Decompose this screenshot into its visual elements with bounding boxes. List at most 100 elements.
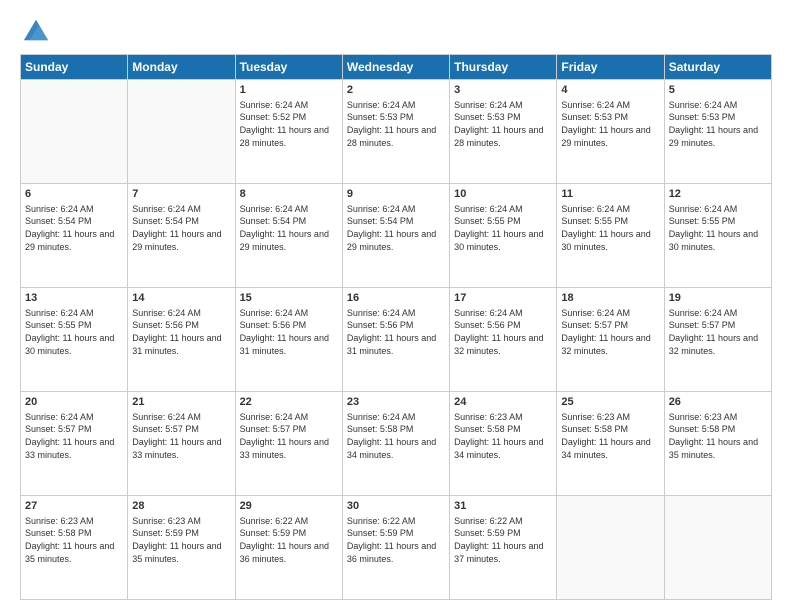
calendar-cell: 5Sunrise: 6:24 AM Sunset: 5:53 PM Daylig… [664, 80, 771, 184]
calendar-cell: 28Sunrise: 6:23 AM Sunset: 5:59 PM Dayli… [128, 496, 235, 600]
day-number: 7 [132, 187, 230, 202]
day-number: 20 [25, 395, 123, 410]
day-info: Sunrise: 6:24 AM Sunset: 5:53 PM Dayligh… [347, 99, 445, 149]
calendar-cell: 4Sunrise: 6:24 AM Sunset: 5:53 PM Daylig… [557, 80, 664, 184]
day-info: Sunrise: 6:23 AM Sunset: 5:59 PM Dayligh… [132, 515, 230, 565]
calendar-header-saturday: Saturday [664, 55, 771, 80]
day-number: 6 [25, 187, 123, 202]
day-info: Sunrise: 6:24 AM Sunset: 5:57 PM Dayligh… [25, 411, 123, 461]
calendar-week-row: 13Sunrise: 6:24 AM Sunset: 5:55 PM Dayli… [21, 288, 772, 392]
calendar-header-thursday: Thursday [450, 55, 557, 80]
day-number: 26 [669, 395, 767, 410]
calendar-cell: 29Sunrise: 6:22 AM Sunset: 5:59 PM Dayli… [235, 496, 342, 600]
calendar-cell: 16Sunrise: 6:24 AM Sunset: 5:56 PM Dayli… [342, 288, 449, 392]
day-number: 19 [669, 291, 767, 306]
calendar-cell: 30Sunrise: 6:22 AM Sunset: 5:59 PM Dayli… [342, 496, 449, 600]
header [20, 16, 772, 44]
calendar-cell [664, 496, 771, 600]
calendar-cell: 20Sunrise: 6:24 AM Sunset: 5:57 PM Dayli… [21, 392, 128, 496]
day-info: Sunrise: 6:24 AM Sunset: 5:58 PM Dayligh… [347, 411, 445, 461]
calendar-week-row: 6Sunrise: 6:24 AM Sunset: 5:54 PM Daylig… [21, 184, 772, 288]
logo [20, 16, 50, 44]
page: SundayMondayTuesdayWednesdayThursdayFrid… [0, 0, 792, 612]
day-info: Sunrise: 6:24 AM Sunset: 5:57 PM Dayligh… [132, 411, 230, 461]
day-number: 14 [132, 291, 230, 306]
day-info: Sunrise: 6:24 AM Sunset: 5:56 PM Dayligh… [132, 307, 230, 357]
day-info: Sunrise: 6:24 AM Sunset: 5:52 PM Dayligh… [240, 99, 338, 149]
day-info: Sunrise: 6:24 AM Sunset: 5:57 PM Dayligh… [240, 411, 338, 461]
calendar-cell: 19Sunrise: 6:24 AM Sunset: 5:57 PM Dayli… [664, 288, 771, 392]
day-number: 12 [669, 187, 767, 202]
calendar-cell [21, 80, 128, 184]
day-info: Sunrise: 6:23 AM Sunset: 5:58 PM Dayligh… [454, 411, 552, 461]
calendar-week-row: 27Sunrise: 6:23 AM Sunset: 5:58 PM Dayli… [21, 496, 772, 600]
day-info: Sunrise: 6:24 AM Sunset: 5:56 PM Dayligh… [347, 307, 445, 357]
day-number: 24 [454, 395, 552, 410]
day-number: 21 [132, 395, 230, 410]
calendar-cell: 21Sunrise: 6:24 AM Sunset: 5:57 PM Dayli… [128, 392, 235, 496]
day-info: Sunrise: 6:24 AM Sunset: 5:56 PM Dayligh… [454, 307, 552, 357]
day-number: 17 [454, 291, 552, 306]
day-info: Sunrise: 6:24 AM Sunset: 5:54 PM Dayligh… [240, 203, 338, 253]
day-number: 29 [240, 499, 338, 514]
day-info: Sunrise: 6:24 AM Sunset: 5:57 PM Dayligh… [561, 307, 659, 357]
calendar-cell: 14Sunrise: 6:24 AM Sunset: 5:56 PM Dayli… [128, 288, 235, 392]
day-info: Sunrise: 6:24 AM Sunset: 5:54 PM Dayligh… [25, 203, 123, 253]
calendar-header-wednesday: Wednesday [342, 55, 449, 80]
calendar-header-sunday: Sunday [21, 55, 128, 80]
day-number: 30 [347, 499, 445, 514]
calendar-cell: 2Sunrise: 6:24 AM Sunset: 5:53 PM Daylig… [342, 80, 449, 184]
calendar-header-friday: Friday [557, 55, 664, 80]
day-number: 9 [347, 187, 445, 202]
day-info: Sunrise: 6:24 AM Sunset: 5:55 PM Dayligh… [561, 203, 659, 253]
day-info: Sunrise: 6:23 AM Sunset: 5:58 PM Dayligh… [669, 411, 767, 461]
calendar-cell: 17Sunrise: 6:24 AM Sunset: 5:56 PM Dayli… [450, 288, 557, 392]
day-number: 10 [454, 187, 552, 202]
day-info: Sunrise: 6:24 AM Sunset: 5:54 PM Dayligh… [132, 203, 230, 253]
day-number: 5 [669, 83, 767, 98]
day-number: 3 [454, 83, 552, 98]
day-number: 31 [454, 499, 552, 514]
day-info: Sunrise: 6:24 AM Sunset: 5:57 PM Dayligh… [669, 307, 767, 357]
logo-icon [22, 16, 50, 44]
calendar-header-monday: Monday [128, 55, 235, 80]
day-number: 15 [240, 291, 338, 306]
day-info: Sunrise: 6:24 AM Sunset: 5:53 PM Dayligh… [669, 99, 767, 149]
calendar-cell [128, 80, 235, 184]
calendar-cell: 11Sunrise: 6:24 AM Sunset: 5:55 PM Dayli… [557, 184, 664, 288]
calendar-cell: 22Sunrise: 6:24 AM Sunset: 5:57 PM Dayli… [235, 392, 342, 496]
calendar-cell: 26Sunrise: 6:23 AM Sunset: 5:58 PM Dayli… [664, 392, 771, 496]
calendar-cell: 13Sunrise: 6:24 AM Sunset: 5:55 PM Dayli… [21, 288, 128, 392]
calendar-cell: 12Sunrise: 6:24 AM Sunset: 5:55 PM Dayli… [664, 184, 771, 288]
day-info: Sunrise: 6:24 AM Sunset: 5:53 PM Dayligh… [561, 99, 659, 149]
day-number: 28 [132, 499, 230, 514]
calendar-cell: 25Sunrise: 6:23 AM Sunset: 5:58 PM Dayli… [557, 392, 664, 496]
calendar-cell [557, 496, 664, 600]
calendar-header-row: SundayMondayTuesdayWednesdayThursdayFrid… [21, 55, 772, 80]
calendar-cell: 1Sunrise: 6:24 AM Sunset: 5:52 PM Daylig… [235, 80, 342, 184]
day-info: Sunrise: 6:24 AM Sunset: 5:55 PM Dayligh… [25, 307, 123, 357]
day-number: 1 [240, 83, 338, 98]
calendar-cell: 7Sunrise: 6:24 AM Sunset: 5:54 PM Daylig… [128, 184, 235, 288]
day-info: Sunrise: 6:24 AM Sunset: 5:55 PM Dayligh… [669, 203, 767, 253]
day-number: 23 [347, 395, 445, 410]
calendar-cell: 3Sunrise: 6:24 AM Sunset: 5:53 PM Daylig… [450, 80, 557, 184]
calendar-cell: 6Sunrise: 6:24 AM Sunset: 5:54 PM Daylig… [21, 184, 128, 288]
day-number: 27 [25, 499, 123, 514]
day-number: 4 [561, 83, 659, 98]
calendar-cell: 24Sunrise: 6:23 AM Sunset: 5:58 PM Dayli… [450, 392, 557, 496]
day-number: 2 [347, 83, 445, 98]
calendar-week-row: 1Sunrise: 6:24 AM Sunset: 5:52 PM Daylig… [21, 80, 772, 184]
calendar-cell: 31Sunrise: 6:22 AM Sunset: 5:59 PM Dayli… [450, 496, 557, 600]
day-info: Sunrise: 6:22 AM Sunset: 5:59 PM Dayligh… [240, 515, 338, 565]
calendar-week-row: 20Sunrise: 6:24 AM Sunset: 5:57 PM Dayli… [21, 392, 772, 496]
calendar-cell: 27Sunrise: 6:23 AM Sunset: 5:58 PM Dayli… [21, 496, 128, 600]
day-info: Sunrise: 6:23 AM Sunset: 5:58 PM Dayligh… [561, 411, 659, 461]
calendar-cell: 23Sunrise: 6:24 AM Sunset: 5:58 PM Dayli… [342, 392, 449, 496]
day-number: 11 [561, 187, 659, 202]
calendar-header-tuesday: Tuesday [235, 55, 342, 80]
calendar-table: SundayMondayTuesdayWednesdayThursdayFrid… [20, 54, 772, 600]
day-number: 16 [347, 291, 445, 306]
day-number: 25 [561, 395, 659, 410]
day-info: Sunrise: 6:22 AM Sunset: 5:59 PM Dayligh… [347, 515, 445, 565]
